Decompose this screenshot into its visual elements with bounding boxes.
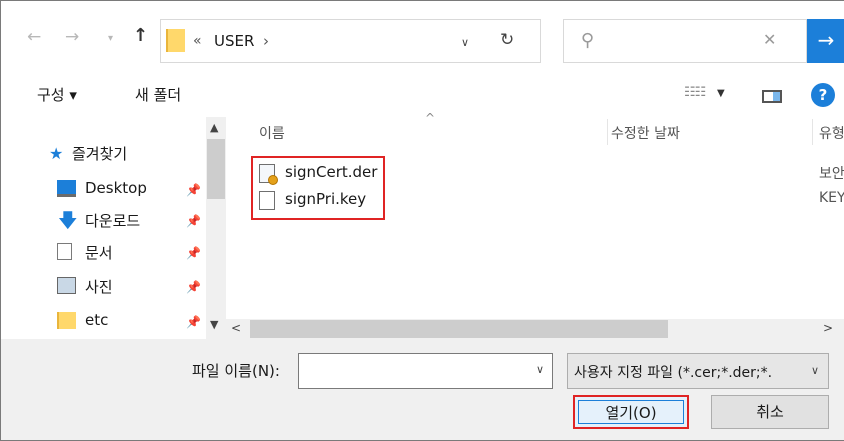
focus-ring (578, 400, 684, 424)
filename-label: 파일 이름(N): (192, 362, 280, 380)
download-icon: 🡇 (58, 210, 78, 232)
file-list: ^ 이름 수정한 날짜 유형 signCert.der 보안 signPri.k… (226, 111, 844, 339)
back-button[interactable]: ← (27, 29, 41, 46)
nav-item-label: Desktop (85, 179, 147, 197)
nav-item-pictures[interactable]: 사진 📌 (1, 272, 206, 302)
up-button[interactable]: ↑ (133, 27, 148, 45)
pin-icon[interactable]: 📌 (186, 246, 201, 260)
file-type: 보안 (819, 166, 844, 182)
nav-item-desktop[interactable]: Desktop 📌 (1, 175, 206, 205)
folder-icon (166, 29, 185, 52)
nav-item-documents[interactable]: 문서 📌 (1, 238, 206, 268)
folder-icon (57, 312, 76, 329)
view-dropdown-icon[interactable]: ▼ (717, 88, 725, 99)
address-bar[interactable]: « USER › ∨ ↻ (160, 19, 541, 63)
file-type: KEY (819, 190, 844, 206)
toolbar: 구성 ▾ 새 폴더 ☷☷ ▼ ? (1, 83, 844, 117)
nav-item-label: 문서 (85, 244, 113, 262)
address-row: ← → ▾ ↑ « USER › ∨ ↻ ⚲ ✕ → (1, 1, 844, 83)
forward-button[interactable]: → (65, 29, 79, 46)
navigation-pane: ★ 즐겨찾기 Desktop 📌 🡇 다운로드 📌 문서 📌 사진 📌 etc … (1, 117, 226, 339)
refresh-button[interactable]: ↻ (500, 30, 514, 50)
clear-search-icon[interactable]: ✕ (763, 30, 776, 49)
recent-locations-dropdown[interactable]: ▾ (108, 34, 113, 44)
nav-item-label: etc (85, 311, 109, 329)
preview-pane-icon[interactable] (762, 90, 782, 103)
scroll-thumb[interactable] (207, 139, 225, 199)
dialog-footer: 파일 이름(N): ∨ 사용자 지정 파일 (*.cer;*.der;*. ∨ … (1, 339, 844, 440)
column-header-name[interactable]: 이름 (259, 123, 285, 143)
help-button[interactable]: ? (811, 83, 835, 107)
favorites-label[interactable]: 즐겨찾기 (72, 143, 127, 164)
breadcrumb-user[interactable]: USER (214, 32, 254, 50)
file-open-dialog: ← → ▾ ↑ « USER › ∨ ↻ ⚲ ✕ → 구성 ▾ 새 폴더 ☷☷ … (0, 0, 844, 441)
sort-ascending-icon: ^ (425, 111, 436, 125)
pin-icon[interactable]: 📌 (186, 183, 201, 197)
file-highlight-annotation (251, 156, 385, 220)
new-folder-button[interactable]: 새 폴더 (135, 84, 181, 105)
desktop-icon (57, 180, 76, 197)
file-type-select[interactable]: 사용자 지정 파일 (*.cer;*.der;*. ∨ (567, 353, 829, 389)
column-header-date[interactable]: 수정한 날짜 (611, 123, 680, 143)
nav-pane-scrollbar[interactable]: ▲ ▼ (206, 117, 226, 339)
scroll-thumb[interactable] (250, 320, 668, 338)
pin-icon[interactable]: 📌 (186, 280, 201, 294)
search-input[interactable]: ⚲ ✕ (563, 19, 807, 63)
scroll-left-icon[interactable]: < (231, 321, 241, 335)
filename-input[interactable] (298, 353, 553, 389)
document-icon (57, 243, 72, 260)
pin-icon[interactable]: 📌 (186, 315, 201, 329)
star-icon: ★ (49, 144, 64, 163)
nav-item-etc[interactable]: etc 📌 (1, 307, 206, 337)
scroll-up-icon[interactable]: ▲ (210, 121, 218, 134)
file-type-value: 사용자 지정 파일 (*.cer;*.der;*. (574, 365, 773, 381)
path-overflow-chevron[interactable]: « (193, 33, 202, 49)
open-button[interactable]: 열기(O) (573, 395, 689, 429)
breadcrumb-separator[interactable]: › (263, 32, 269, 50)
nav-item-downloads[interactable]: 🡇 다운로드 📌 (1, 206, 206, 236)
pin-icon[interactable]: 📌 (186, 214, 201, 228)
address-dropdown-button[interactable]: ∨ (461, 36, 469, 49)
cancel-button[interactable]: 취소 (711, 395, 829, 429)
file-list-scrollbar[interactable]: < > (226, 319, 844, 339)
nav-item-label: 다운로드 (85, 212, 141, 230)
filename-dropdown-icon[interactable]: ∨ (536, 363, 544, 376)
scroll-down-icon[interactable]: ▼ (210, 318, 218, 331)
scroll-right-icon[interactable]: > (823, 321, 833, 335)
organize-button[interactable]: 구성 ▾ (37, 84, 77, 105)
column-divider[interactable] (812, 119, 813, 145)
chevron-down-icon: ∨ (811, 364, 820, 377)
search-icon: ⚲ (581, 30, 595, 51)
column-divider[interactable] (607, 119, 608, 145)
nav-item-label: 사진 (85, 278, 113, 296)
pictures-icon (57, 277, 76, 294)
view-options-icon[interactable]: ☷☷ (684, 85, 706, 100)
search-go-button[interactable]: → (807, 19, 844, 63)
column-header-type[interactable]: 유형 (819, 123, 844, 143)
